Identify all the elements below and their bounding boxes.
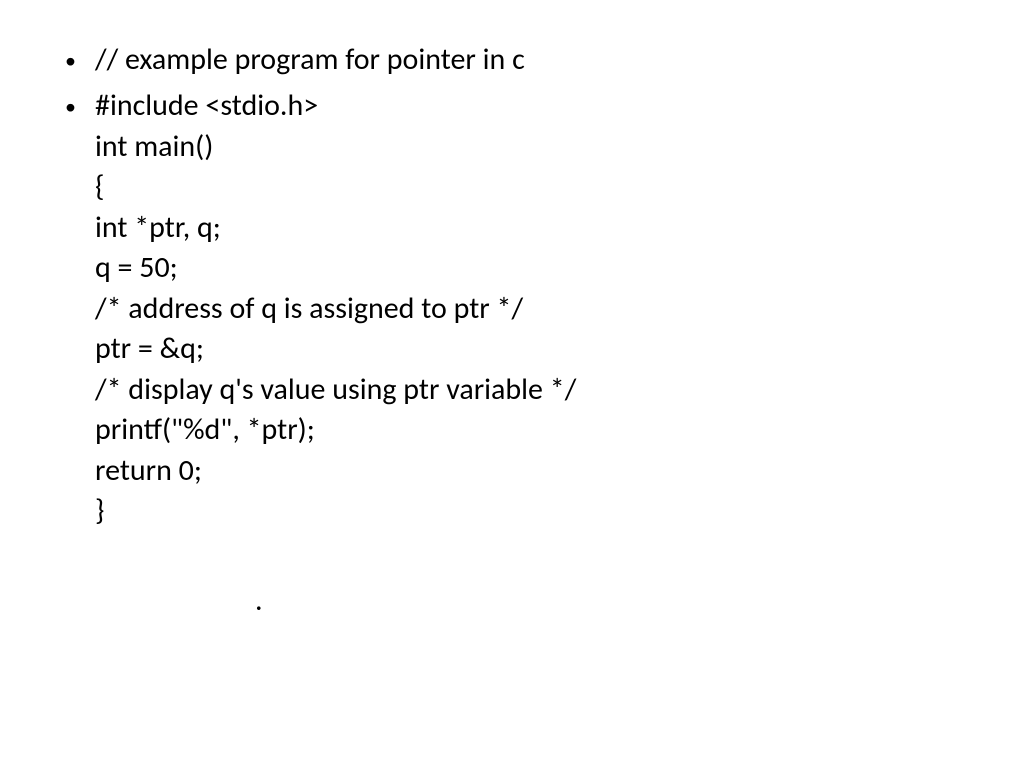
code-line: printf("%d", *ptr);	[95, 410, 1024, 451]
bullet-marker-icon: •	[65, 40, 95, 82]
code-line: #include <stdio.h>	[95, 86, 1024, 127]
code-line: ptr = &q;	[95, 329, 1024, 370]
bullet-text: #include <stdio.h> int main() { int *ptr…	[95, 86, 1024, 532]
code-line: q = 50;	[95, 248, 1024, 289]
code-line: return 0;	[95, 451, 1024, 492]
code-line: /* address of q is assigned to ptr */	[95, 289, 1024, 330]
code-line: }	[95, 491, 1024, 532]
code-line: /* display q's value using ptr variable …	[95, 370, 1024, 411]
slide-content: • // example program for pointer in c • …	[0, 40, 1024, 619]
bullet-marker-icon: •	[65, 86, 95, 128]
trailing-dot: .	[65, 582, 1024, 619]
bullet-text: // example program for pointer in c	[95, 40, 1024, 81]
bullet-item-1: • #include <stdio.h> int main() { int *p…	[65, 86, 1024, 532]
code-line: {	[95, 167, 1024, 208]
code-line: // example program for pointer in c	[95, 40, 1024, 81]
code-line: int main()	[95, 127, 1024, 168]
code-line: int *ptr, q;	[95, 208, 1024, 249]
bullet-item-0: • // example program for pointer in c	[65, 40, 1024, 82]
